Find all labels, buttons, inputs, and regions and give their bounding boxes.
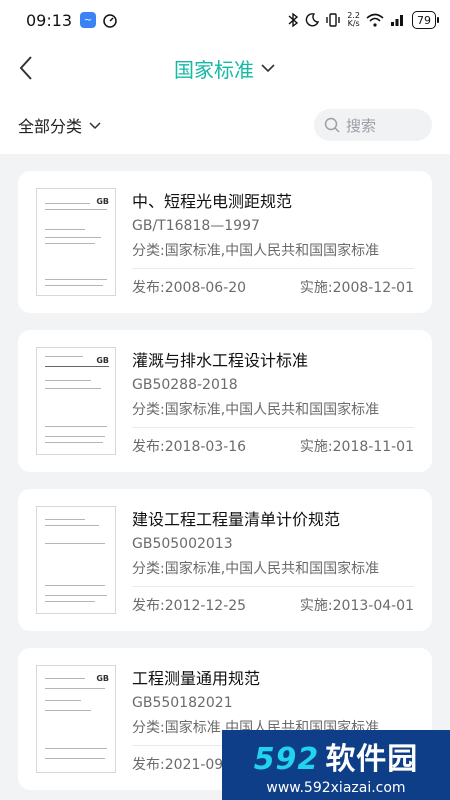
publish-date: 发布:2012-12-25 [132,597,247,614]
back-button[interactable] [12,54,40,82]
search-icon [324,117,340,133]
standard-code: GB550182021 [132,694,233,711]
standard-code: GB/T16818—1997 [132,217,260,234]
watermark-number: 592 [253,742,320,777]
standard-category: 分类:国家标准,中国人民共和国国家标准 [132,399,414,428]
watermark-url: www.592xiazai.com [266,780,406,796]
document-cover-thumbnail: GB [36,188,116,296]
chevron-down-icon [261,64,275,73]
standard-category: 分类:国家标准,中国人民共和国国家标准 [132,558,414,587]
standard-code: GB50288-2018 [132,376,238,393]
document-cover-thumbnail [36,506,116,614]
gb-logo: GB [96,197,109,206]
search-input[interactable]: 搜索 [314,109,432,141]
page-title: 国家标准 [174,57,254,82]
gb-logo: GB [96,356,109,365]
status-time: 09:13 [26,10,73,30]
list-item[interactable]: 建设工程工程量清单计价规范 GB505002013 分类:国家标准,中国人民共和… [18,489,432,631]
battery-indicator: 79 [412,11,439,29]
publish-date: 发布:2008-06-20 [132,279,247,296]
document-cover-thumbnail: GB [36,665,116,773]
implement-date: 实施:2008-12-01 [299,279,414,296]
chevron-down-icon [89,121,101,129]
signal-icon [391,15,403,26]
network-speed: 2.2 K/s [347,11,360,28]
bluetooth-icon [288,12,299,28]
standard-code: GB505002013 [132,535,233,552]
search-placeholder: 搜索 [346,116,377,135]
implement-date: 实施:2013-04-01 [299,597,414,614]
watermark-brand: 软件园 [325,742,419,777]
chevron-left-icon [19,56,32,80]
standard-name: 灌溉与排水工程设计标准 [132,350,309,370]
document-cover-thumbnail: GB [36,347,116,455]
moon-icon [306,13,320,27]
status-bar: 09:13 ~ 2.2 K/s 79 [0,0,450,40]
standard-name: 工程测量通用规范 [132,668,261,688]
filter-bar: 全部分类 搜索 [0,96,450,154]
standard-name: 中、短程光电测距规范 [132,191,293,211]
list-item[interactable]: GB 灌溉与排水工程设计标准 GB50288-2018 分类:国家标准,中国人民… [18,330,432,472]
gauge-icon [103,14,117,28]
list-item[interactable]: GB 中、短程光电测距规范 GB/T16818—1997 分类:国家标准,中国人… [18,171,432,313]
implement-date: 实施:2018-11-01 [299,438,414,455]
standard-category: 分类:国家标准,中国人民共和国国家标准 [132,240,414,269]
publish-date: 发布:2018-03-16 [132,438,247,455]
wifi-icon [366,13,384,27]
standards-list: GB 中、短程光电测距规范 GB/T16818—1997 分类:国家标准,中国人… [0,154,450,800]
page-header: 国家标准 [0,40,450,96]
title-dropdown[interactable]: 国家标准 [174,54,276,83]
category-dropdown[interactable]: 全部分类 [18,113,102,137]
category-label: 全部分类 [18,117,83,136]
gb-logo: GB [96,674,109,683]
site-watermark: 592 软件园 www.592xiazai.com [222,730,450,800]
standard-name: 建设工程工程量清单计价规范 [132,509,341,529]
app-notification-icon: ~ [80,12,97,28]
publish-date: 发布:2021-09- [132,756,229,773]
vibrate-icon [326,13,340,27]
